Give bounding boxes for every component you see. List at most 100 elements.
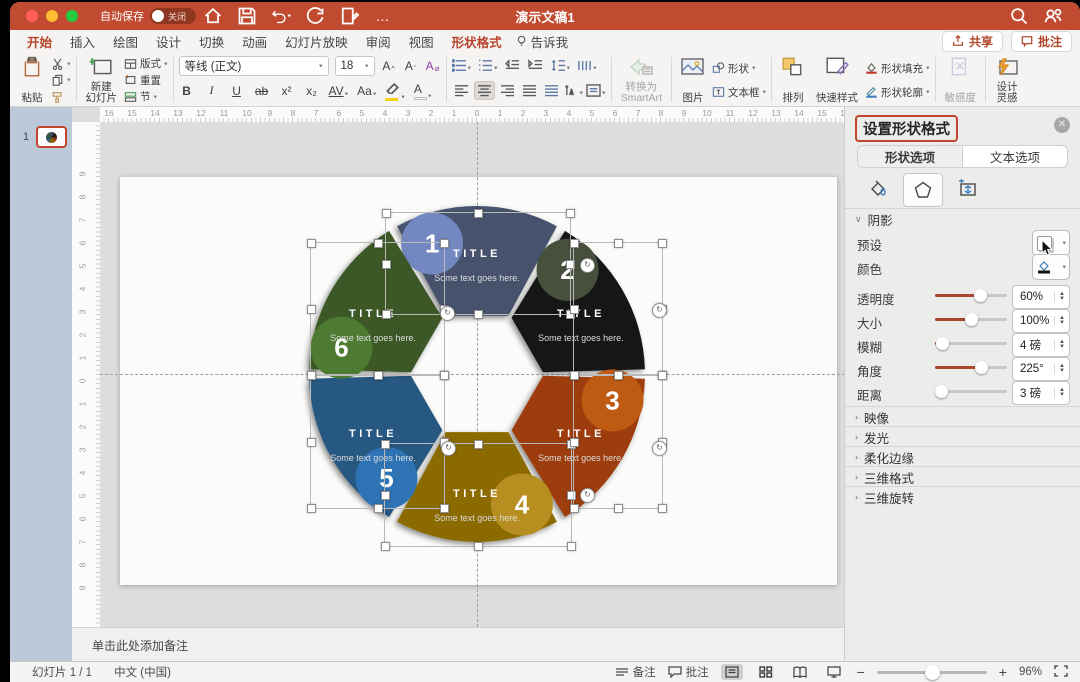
slider-knob[interactable]	[936, 337, 950, 350]
collapsed-section[interactable]: › 三维格式	[845, 466, 1080, 487]
new-slide-button[interactable]: 新建 幻灯片	[82, 55, 122, 105]
notes-toggle-button[interactable]: 备注	[615, 664, 656, 680]
slide-thumbnail-panel[interactable]: 1	[10, 107, 72, 662]
close-window-button[interactable]	[26, 10, 38, 22]
tab-insert[interactable]: 插入	[61, 30, 104, 53]
justify-button[interactable]	[520, 82, 539, 99]
align-text-button[interactable]: ▾	[586, 84, 606, 97]
spin-arrows[interactable]: ▲ ▼	[1054, 291, 1069, 302]
tab-slideshow[interactable]: 幻灯片放映	[276, 30, 357, 53]
redo-icon[interactable]	[305, 6, 325, 26]
zoom-slider[interactable]	[876, 664, 987, 680]
convert-to-smartart-button[interactable]: 转换为 SmartArt	[617, 55, 666, 105]
layout-button[interactable]: 版式 ▾	[124, 56, 168, 71]
spin-arrows[interactable]: ▲ ▼	[1054, 387, 1069, 398]
section-button[interactable]: 节 ▾	[124, 89, 168, 104]
design-ideas-button[interactable]: 设计 灵感	[991, 55, 1023, 105]
角度-spinbox[interactable]: 225° ▲ ▼	[1012, 357, 1070, 381]
rotate-handle[interactable]: ↻	[441, 441, 456, 456]
minimize-window-button[interactable]	[46, 10, 58, 22]
大小-spinbox[interactable]: 100% ▲ ▼	[1012, 309, 1070, 333]
tell-me-button[interactable]: 告诉我	[515, 32, 568, 51]
numbering-button[interactable]: ▾	[478, 59, 498, 72]
quick-styles-button[interactable]: 快速样式	[812, 55, 862, 105]
rotate-handle[interactable]: ↻	[580, 488, 595, 503]
align-right-button[interactable]	[498, 82, 517, 99]
rotate-handle[interactable]: ↻	[580, 258, 595, 273]
shape-fill-button[interactable]: 形状填充 ▾	[865, 61, 930, 76]
tab-draw[interactable]: 绘图	[104, 30, 147, 53]
spin-arrows[interactable]: ▲ ▼	[1054, 363, 1069, 374]
tab-home[interactable]: 开始	[18, 30, 61, 55]
increase-indent-button[interactable]	[528, 59, 544, 72]
tab-text-options[interactable]: 文本选项	[963, 146, 1067, 167]
tab-transitions[interactable]: 切换	[190, 30, 233, 53]
arrange-button[interactable]: 排列	[777, 55, 809, 105]
line-spacing-button[interactable]: ▾	[551, 59, 570, 72]
slider-knob[interactable]	[973, 289, 987, 302]
highlight-color-button[interactable]: ▾	[385, 81, 405, 101]
font-size-select[interactable]: 18 ▾	[334, 55, 375, 76]
slider-knob[interactable]	[975, 361, 989, 374]
superscript-button[interactable]: x²	[279, 84, 295, 98]
模糊-slider[interactable]	[935, 337, 1007, 350]
share-session-icon[interactable]	[1043, 6, 1063, 26]
effects-icon-tab[interactable]	[903, 173, 943, 207]
sensitivity-button[interactable]: 敏感度	[941, 55, 981, 105]
slide-thumbnail[interactable]	[36, 126, 67, 148]
undo-icon[interactable]: ▾	[271, 6, 291, 26]
comments-toggle-button[interactable]: 批注	[667, 664, 709, 680]
tab-shape-format[interactable]: 形状格式	[443, 30, 511, 53]
fit-slide-button[interactable]	[1054, 664, 1068, 680]
rotate-handle[interactable]: ↻	[652, 441, 667, 456]
距离-spinbox[interactable]: 3 磅 ▲ ▼	[1012, 381, 1070, 405]
italic-button[interactable]: I	[204, 83, 220, 98]
language-indicator[interactable]: 中文 (中国)	[114, 664, 171, 680]
strikethrough-button[interactable]: ab	[254, 84, 270, 98]
slide-sorter-view-button[interactable]	[755, 664, 777, 680]
align-center-button[interactable]	[473, 81, 495, 100]
distribute-button[interactable]	[542, 82, 561, 99]
tab-view[interactable]: 视图	[400, 30, 443, 53]
bullets-button[interactable]: ▾	[451, 59, 471, 72]
align-left-button[interactable]	[452, 82, 471, 99]
size-properties-icon-tab[interactable]	[949, 173, 987, 205]
decrease-indent-button[interactable]	[505, 59, 521, 72]
close-pane-icon[interactable]: ✕	[1054, 117, 1070, 133]
subscript-button[interactable]: x₂	[304, 84, 320, 98]
search-icon[interactable]	[1009, 6, 1029, 26]
tab-design[interactable]: 设计	[147, 30, 190, 53]
slider-knob[interactable]	[934, 385, 948, 398]
透明度-slider[interactable]	[935, 289, 1007, 302]
透明度-spinbox[interactable]: 60% ▲ ▼	[1012, 285, 1070, 309]
picture-button[interactable]: 图片	[677, 55, 709, 105]
tab-shape-options[interactable]: 形状选项	[858, 146, 962, 167]
fill-line-icon-tab[interactable]	[859, 173, 897, 205]
character-spacing-button[interactable]: AV ▾	[329, 84, 349, 98]
collapsed-section[interactable]: › 柔化边缘	[845, 446, 1080, 467]
cut-button[interactable]: ▾	[51, 56, 71, 71]
slider-knob[interactable]	[965, 313, 978, 326]
textbox-button[interactable]: 文本框 ▾	[712, 85, 766, 100]
距离-slider[interactable]	[934, 385, 1007, 398]
spin-arrows[interactable]: ▲ ▼	[1054, 315, 1069, 326]
save-icon[interactable]	[237, 6, 257, 26]
grow-font-button[interactable]: A ^	[381, 59, 397, 73]
tab-review[interactable]: 审阅	[357, 30, 400, 53]
underline-button[interactable]: U	[229, 84, 245, 98]
clear-formatting-button[interactable]: A ⌀	[425, 59, 441, 73]
shrink-font-button[interactable]: Aˇ	[403, 59, 419, 73]
home-icon[interactable]	[203, 6, 223, 26]
collapsed-section[interactable]: › 映像	[845, 406, 1080, 427]
print-preview-icon[interactable]	[339, 6, 359, 26]
reset-button[interactable]: 重置	[124, 73, 168, 88]
zoom-out-button[interactable]: −	[857, 664, 865, 680]
reading-view-button[interactable]	[789, 664, 811, 680]
bold-button[interactable]: B	[179, 84, 195, 98]
zoom-window-button[interactable]	[66, 10, 78, 22]
font-color-button[interactable]: A ▾	[413, 82, 431, 100]
format-painter-button[interactable]	[51, 89, 71, 104]
角度-slider[interactable]	[935, 361, 1007, 374]
more-commands-icon[interactable]: …	[373, 6, 393, 26]
normal-view-button[interactable]	[720, 664, 743, 680]
